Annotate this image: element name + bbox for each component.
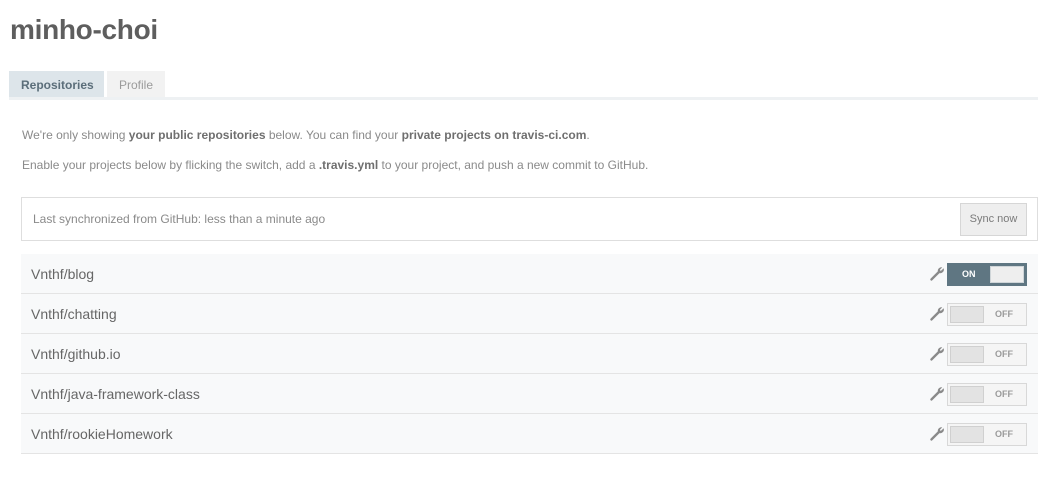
repo-name[interactable]: Vnthf/java-framework-class	[31, 386, 200, 402]
public-repos-notice: We're only showing your public repositor…	[22, 128, 590, 142]
wrench-icon[interactable]	[929, 346, 945, 362]
repo-name[interactable]: Vnthf/rookieHomework	[31, 426, 173, 442]
repo-toggle-switch[interactable]: OFF	[947, 383, 1027, 406]
repo-row: Vnthf/blog ON	[21, 254, 1038, 294]
toggle-knob	[950, 306, 984, 323]
toggle-knob	[950, 426, 984, 443]
toggle-knob	[950, 346, 984, 363]
repo-name[interactable]: Vnthf/chatting	[31, 306, 117, 322]
repo-toggle-switch[interactable]: OFF	[947, 423, 1027, 446]
repo-row: Vnthf/java-framework-class OFF	[21, 374, 1038, 414]
travis-ci-com-link[interactable]: travis-ci.com	[512, 128, 586, 142]
repo-name[interactable]: Vnthf/github.io	[31, 346, 121, 362]
wrench-icon[interactable]	[929, 386, 945, 402]
repository-list: Vnthf/blog ON Vnthf/chatting OFF Vnthf/g…	[21, 254, 1038, 454]
repo-row: Vnthf/github.io OFF	[21, 334, 1038, 374]
enable-instructions: Enable your projects below by flicking t…	[22, 158, 649, 172]
repo-toggle-switch[interactable]: OFF	[947, 343, 1027, 366]
wrench-icon[interactable]	[929, 426, 945, 442]
sync-panel: Last synchronized from GitHub: less than…	[21, 197, 1038, 241]
tab-repositories[interactable]: Repositories	[9, 71, 104, 99]
tab-bar: Repositories Profile	[9, 71, 168, 99]
wrench-icon[interactable]	[929, 306, 945, 322]
repo-toggle-switch[interactable]: ON	[947, 263, 1027, 286]
toggle-knob	[950, 386, 984, 403]
sync-status: Last synchronized from GitHub: less than…	[33, 212, 326, 226]
repo-name[interactable]: Vnthf/blog	[31, 266, 94, 282]
repo-row: Vnthf/chatting OFF	[21, 294, 1038, 334]
toggle-knob	[990, 266, 1024, 283]
repo-toggle-switch[interactable]: OFF	[947, 303, 1027, 326]
sync-now-button[interactable]: Sync now	[960, 203, 1027, 236]
tabs-divider	[9, 97, 1038, 100]
repo-row: Vnthf/rookieHomework OFF	[21, 414, 1038, 454]
wrench-icon[interactable]	[929, 266, 945, 282]
tab-profile[interactable]: Profile	[107, 71, 165, 99]
page-title: minho-choi	[10, 14, 158, 45]
